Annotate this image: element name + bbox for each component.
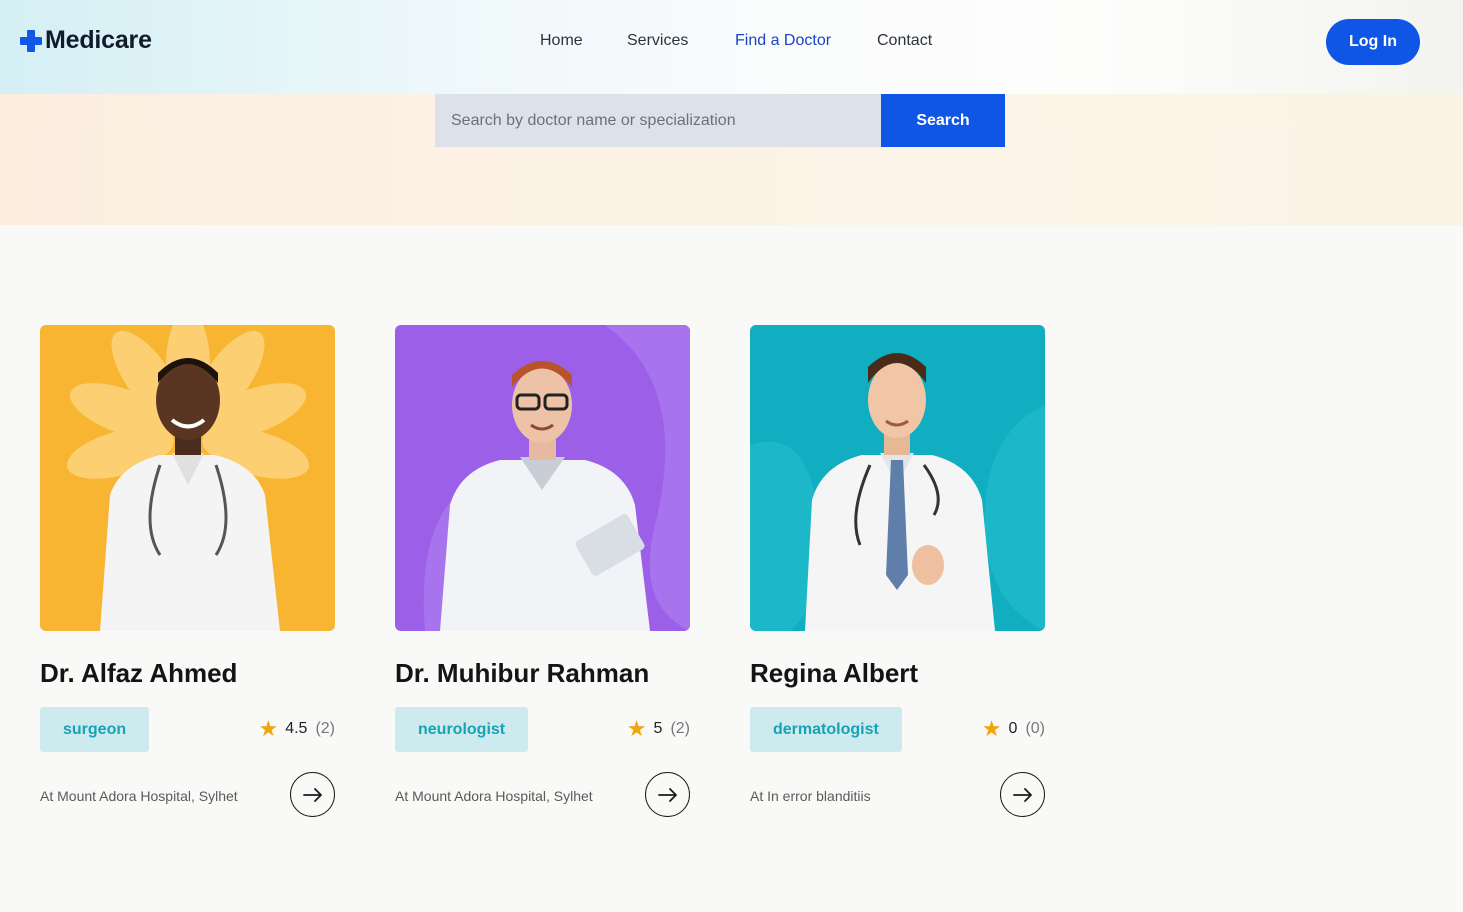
- search-button[interactable]: Search: [881, 94, 1005, 147]
- rating: ★ 0 (0): [982, 718, 1045, 740]
- view-doctor-button[interactable]: [290, 772, 335, 817]
- nav-home[interactable]: Home: [540, 32, 583, 50]
- doctor-name[interactable]: Regina Albert: [750, 658, 918, 689]
- arrow-right-icon: [657, 787, 677, 802]
- view-doctor-button[interactable]: [1000, 772, 1045, 817]
- doctor-card: Dr. Alfaz Ahmed surgeon ★ 4.5 (2) At Mou…: [40, 325, 335, 817]
- rating-value: 5: [653, 720, 663, 737]
- doctor-card: Dr. Muhibur Rahman neurologist ★ 5 (2) A…: [395, 325, 690, 817]
- star-icon: ★: [258, 716, 279, 741]
- logo-text: Medicare: [45, 26, 152, 54]
- logo[interactable]: Medicare: [20, 26, 152, 55]
- nav-contact[interactable]: Contact: [877, 32, 932, 50]
- login-button[interactable]: Log In: [1326, 19, 1420, 65]
- review-count: (2): [670, 720, 690, 737]
- doctor-photo: [750, 325, 1045, 631]
- medical-cross-icon: [20, 29, 42, 52]
- star-icon: ★: [981, 716, 1002, 741]
- doctor-photo-illustration: [750, 353, 1045, 631]
- doctor-photo: [395, 325, 690, 631]
- doctor-photo-illustration: [423, 325, 690, 631]
- rating: ★ 4.5 (2): [258, 718, 335, 740]
- nav-find-a-doctor[interactable]: Find a Doctor: [735, 32, 831, 50]
- site-header: Medicare Home Services Find a Doctor Con…: [0, 0, 1463, 94]
- rating-value: 4.5: [285, 720, 308, 737]
- search-hero: Search: [0, 94, 1463, 225]
- hospital-location: At Mount Adora Hospital, Sylhet: [395, 788, 593, 804]
- arrow-right-icon: [1012, 787, 1032, 802]
- search-input[interactable]: [435, 94, 881, 147]
- review-count: (2): [315, 720, 335, 737]
- doctor-card: Regina Albert dermatologist ★ 0 (0) At I…: [750, 325, 1045, 817]
- specialization-badge: surgeon: [40, 707, 150, 752]
- search-bar: Search: [435, 94, 1005, 147]
- nav-services[interactable]: Services: [627, 32, 688, 50]
- hospital-location: At In error blanditiis: [750, 788, 871, 804]
- hospital-location: At Mount Adora Hospital, Sylhet: [40, 788, 238, 804]
- star-icon: ★: [626, 716, 647, 741]
- doctor-name[interactable]: Dr. Alfaz Ahmed: [40, 658, 237, 689]
- rating-value: 0: [1008, 720, 1018, 737]
- doctor-photo-illustration: [66, 325, 310, 631]
- review-count: (0): [1025, 720, 1045, 737]
- doctor-photo: [40, 325, 335, 631]
- doctor-name[interactable]: Dr. Muhibur Rahman: [395, 658, 649, 689]
- arrow-right-icon: [302, 787, 322, 802]
- specialization-badge: dermatologist: [750, 707, 902, 752]
- view-doctor-button[interactable]: [645, 772, 690, 817]
- specialization-badge: neurologist: [395, 707, 529, 752]
- rating: ★ 5 (2): [627, 718, 690, 740]
